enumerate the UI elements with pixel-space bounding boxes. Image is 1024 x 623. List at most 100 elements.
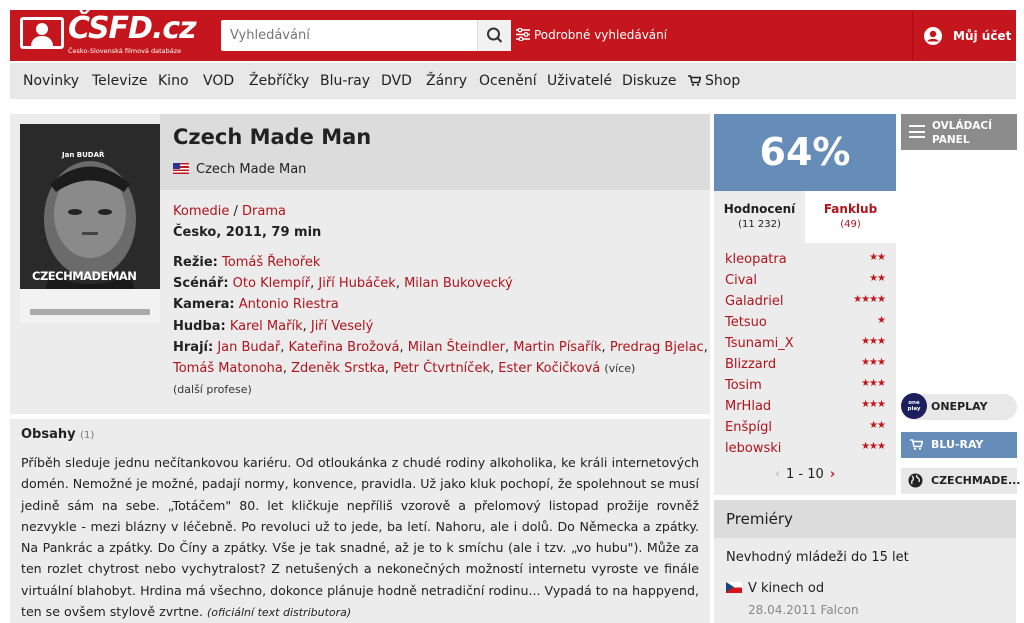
release-date: 28.04.2011 Falcon xyxy=(748,603,859,617)
person-link[interactable]: Jan Budař xyxy=(217,340,280,355)
control-panel-label: OVLÁDACÍ PANEL xyxy=(932,120,993,146)
rating-stars: ★★ xyxy=(869,273,886,284)
user-link[interactable]: MrHlad xyxy=(725,399,771,414)
nav-zanry[interactable]: Žánry xyxy=(426,73,467,89)
person-link[interactable]: Ester Kočičková xyxy=(498,361,600,376)
list-item[interactable]: Tsunami_X ★★★ xyxy=(725,336,886,357)
person-link[interactable]: Petr Čtvrtníček xyxy=(393,361,490,376)
person-link[interactable]: Tomáš Řehořek xyxy=(222,255,320,270)
original-title-text: Czech Made Man xyxy=(196,162,307,177)
person-link[interactable]: Jiří Hubáček xyxy=(318,276,395,291)
list-item[interactable]: kleopatra ★★ xyxy=(725,252,886,273)
person-link[interactable]: Milan Šteindler xyxy=(408,340,505,355)
website-label: CZECHMADE... xyxy=(931,474,1021,487)
more-professions: (další profese) xyxy=(173,383,252,396)
premieres-box: Premiéry Nevhodný mládeži do 15 let V ki… xyxy=(714,500,1016,623)
logo-text: ČSFD.cz xyxy=(68,11,197,46)
rating-stars: ★★★ xyxy=(861,399,886,410)
list-item[interactable]: MrHlad ★★★ xyxy=(725,399,886,420)
user-link[interactable]: Galadriel xyxy=(725,294,783,309)
user-link[interactable]: Tsunami_X xyxy=(725,336,794,351)
advanced-search-label: Podrobné vyhledávání xyxy=(534,28,668,42)
person-link[interactable]: Karel Mařík xyxy=(230,319,303,334)
genre-link[interactable]: Drama xyxy=(242,204,286,219)
rating-stars: ★★ xyxy=(869,420,886,431)
rating-stars: ★★★★ xyxy=(853,294,886,305)
bluray-button[interactable]: BLU-RAY xyxy=(901,432,1017,458)
nav-diskuze[interactable]: Diskuze xyxy=(622,73,676,89)
nav-uzivatele[interactable]: Uživatelé xyxy=(547,73,612,89)
advanced-search-link[interactable]: Podrobné vyhledávání xyxy=(516,27,668,42)
list-item[interactable]: Blizzard ★★★ xyxy=(725,357,886,378)
list-item[interactable]: Galadriel ★★★★ xyxy=(725,294,886,315)
site-logo[interactable]: ČSFD.cz Česko-Slovenská filmová databáze xyxy=(20,11,197,57)
credit-scenar: Scénář: Oto Klempíř, Jiří Hubáček, Milan… xyxy=(173,276,513,291)
tab-fanclub-count: (49) xyxy=(840,219,861,230)
globe-icon xyxy=(908,473,923,488)
film-poster[interactable]: Jan BUDAŘ CZECHMADEMAN xyxy=(20,124,160,323)
credit-label: Hrají: xyxy=(173,340,214,355)
list-item[interactable]: Tetsuo ★ xyxy=(725,315,886,336)
person-link[interactable]: Martin Písařík xyxy=(513,340,601,355)
rating-stars: ★★ xyxy=(869,252,886,263)
person-link[interactable]: Jiří Veselý xyxy=(311,319,374,334)
next-page-icon[interactable]: › xyxy=(830,467,835,482)
user-link[interactable]: Tosim xyxy=(725,378,762,393)
more-professions-link[interactable]: (další profese) xyxy=(173,383,252,396)
credit-hraji: Hrají: Jan Budař, Kateřina Brožová, Mila… xyxy=(173,340,708,355)
nav-kino[interactable]: Kino xyxy=(158,73,189,89)
film-origin: Česko, 2011, 79 min xyxy=(173,225,322,240)
nav-zebricky[interactable]: Žebříčky xyxy=(249,73,309,89)
more-actors-link[interactable]: (více) xyxy=(604,362,635,375)
account-button[interactable]: Můj účet xyxy=(912,10,1016,61)
tab-fanclub[interactable]: Fanklub (49) xyxy=(805,191,896,243)
nav-novinky[interactable]: Novinky xyxy=(23,73,79,89)
user-link[interactable]: Blizzard xyxy=(725,357,776,372)
website-button[interactable]: CZECHMADE... xyxy=(901,468,1021,494)
plot-body: Příběh sleduje jednu nečítankovou kariér… xyxy=(21,455,699,620)
nav-shop[interactable]: Shop xyxy=(688,73,740,89)
nav-vod[interactable]: VOD xyxy=(203,73,234,89)
person-link[interactable]: Tomáš Matonoha xyxy=(173,361,283,376)
pager-range: 1 - 10 xyxy=(786,467,824,482)
person-link[interactable]: Zdeněk Srstka xyxy=(291,361,385,376)
nav-bluray[interactable]: Blu-ray xyxy=(320,73,370,89)
tab-fanclub-label: Fanklub xyxy=(823,202,878,216)
list-item[interactable]: Tosim ★★★ xyxy=(725,378,886,399)
rating-stars: ★★★ xyxy=(861,378,886,389)
person-link[interactable]: Antonio Riestra xyxy=(239,297,339,312)
user-link[interactable]: kleopatra xyxy=(725,252,787,267)
plot-text: Příběh sleduje jednu nečítankovou kariér… xyxy=(21,452,699,623)
search-button[interactable] xyxy=(477,20,511,51)
title-box: Czech Made Man Czech Made Man xyxy=(160,114,710,190)
cz-flag-icon xyxy=(726,582,742,593)
oneplay-button[interactable]: one play ONEPLAY xyxy=(901,393,1017,420)
list-item[interactable]: lebowski ★★★ xyxy=(725,441,886,462)
person-link[interactable]: Milan Bukovecký xyxy=(404,276,513,291)
person-link[interactable]: Oto Klempíř xyxy=(233,276,310,291)
menu-icon xyxy=(909,125,925,138)
genres: Komedie / Drama xyxy=(173,204,286,219)
cinema-release: V kinech od xyxy=(726,581,824,596)
genre-link[interactable]: Komedie xyxy=(173,204,229,219)
cart-icon xyxy=(910,439,923,450)
nav-dvd[interactable]: DVD xyxy=(381,73,412,89)
genre-separator: / xyxy=(233,204,238,219)
search-input[interactable] xyxy=(221,20,476,51)
person-link[interactable]: Kateřina Brožová xyxy=(289,340,400,355)
logo-person-icon xyxy=(20,17,64,49)
credit-rezie: Režie: Tomáš Řehořek xyxy=(173,255,320,270)
tab-ratings[interactable]: Hodnocení (11 232) xyxy=(714,191,805,243)
list-item[interactable]: Enšpígl ★★ xyxy=(725,420,886,441)
nav-oceneni[interactable]: Ocenění xyxy=(479,73,537,89)
control-panel-button[interactable]: OVLÁDACÍ PANEL xyxy=(901,114,1017,150)
plot-section: Obsahy (1) Příběh sleduje jednu nečítank… xyxy=(10,419,710,623)
user-link[interactable]: lebowski xyxy=(725,441,781,456)
user-link[interactable]: Tetsuo xyxy=(725,315,767,330)
prev-page-icon[interactable]: ‹ xyxy=(775,467,780,482)
user-link[interactable]: Cival xyxy=(725,273,757,288)
nav-televize[interactable]: Televize xyxy=(92,73,147,89)
user-link[interactable]: Enšpígl xyxy=(725,420,772,435)
person-link[interactable]: Predrag Bjelac xyxy=(610,340,704,355)
list-item[interactable]: Cival ★★ xyxy=(725,273,886,294)
